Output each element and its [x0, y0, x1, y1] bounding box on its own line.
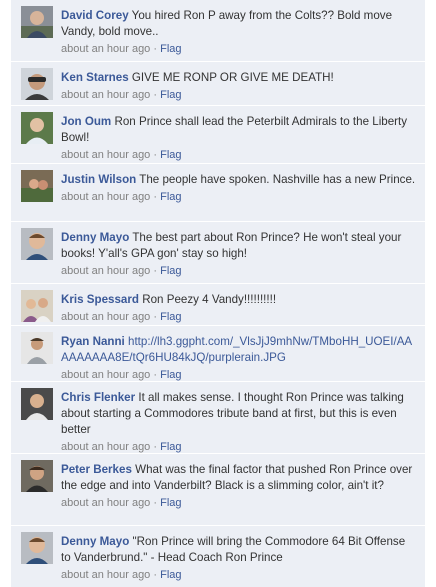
- meta-separator: ·: [153, 265, 158, 277]
- comment-author[interactable]: Peter Berkes: [61, 463, 132, 476]
- comment-timestamp: about an hour ago: [61, 569, 151, 581]
- comment-body: Justin Wilson The people have spoken. Na…: [61, 172, 417, 205]
- profile-photo-icon: [21, 112, 53, 144]
- comment-text: GIVE ME RONP OR GIVE ME DEATH!: [131, 71, 334, 84]
- comment-feed: David Corey You hired Ron P away from th…: [11, 0, 425, 587]
- comment-author[interactable]: Kris Spessard: [61, 293, 139, 306]
- comment-timestamp: about an hour ago: [61, 265, 151, 277]
- profile-photo-icon: [21, 290, 53, 322]
- meta-separator: ·: [153, 43, 158, 55]
- flag-link[interactable]: Flag: [160, 441, 181, 453]
- comment-meta: about an hour ago · Flag: [61, 309, 417, 325]
- comment-meta: about an hour ago · Flag: [61, 567, 417, 583]
- comment-timestamp: about an hour ago: [61, 43, 151, 55]
- comment-body: Denny Mayo "Ron Prince will bring the Co…: [61, 534, 417, 583]
- comment-author[interactable]: Denny Mayo: [61, 231, 129, 244]
- comment-body: Ken Starnes GIVE ME RONP OR GIVE ME DEAT…: [61, 70, 417, 103]
- comment-body: Peter Berkes What was the final factor t…: [61, 462, 417, 511]
- avatar[interactable]: [21, 460, 53, 492]
- comment-timestamp: about an hour ago: [61, 311, 151, 323]
- comment-author[interactable]: David Corey: [61, 9, 129, 22]
- comment-body: Ryan Nanni http://lh3.ggpht.com/_VlsJjJ9…: [61, 334, 417, 383]
- avatar[interactable]: [21, 388, 53, 420]
- comment-author[interactable]: Denny Mayo: [61, 535, 129, 548]
- comment-author[interactable]: Jon Oum: [61, 115, 111, 128]
- profile-photo-icon: [21, 532, 53, 564]
- meta-separator: ·: [153, 89, 158, 101]
- comment-body: Jon Oum Ron Prince shall lead the Peterb…: [61, 114, 417, 163]
- comment-item: Denny Mayo The best part about Ron Princ…: [11, 222, 425, 284]
- comment-author[interactable]: Justin Wilson: [61, 173, 136, 186]
- meta-separator: ·: [153, 569, 158, 581]
- comment-meta: about an hour ago · Flag: [61, 367, 417, 383]
- comment-meta: about an hour ago · Flag: [61, 189, 417, 205]
- comment-item: Ryan Nanni http://lh3.ggpht.com/_VlsJjJ9…: [11, 326, 425, 382]
- comment-meta: about an hour ago · Flag: [61, 41, 417, 57]
- avatar[interactable]: [21, 6, 53, 38]
- comment-timestamp: about an hour ago: [61, 89, 151, 101]
- avatar[interactable]: [21, 68, 53, 100]
- profile-photo-icon: [21, 388, 53, 420]
- comment-body: Chris Flenker It all makes sense. I thou…: [61, 390, 417, 455]
- comment-item: Kris Spessard Ron Peezy 4 Vandy!!!!!!!!!…: [11, 284, 425, 326]
- profile-photo-icon: [21, 228, 53, 260]
- avatar[interactable]: [21, 170, 53, 202]
- comment-meta: about an hour ago · Flag: [61, 495, 417, 511]
- comment-item: Chris Flenker It all makes sense. I thou…: [11, 382, 425, 454]
- comment-item: Denny Mayo "Ron Prince will bring the Co…: [11, 526, 425, 587]
- flag-link[interactable]: Flag: [160, 311, 181, 323]
- flag-link[interactable]: Flag: [160, 149, 181, 161]
- avatar[interactable]: [21, 332, 53, 364]
- flag-link[interactable]: Flag: [160, 569, 181, 581]
- comment-body: David Corey You hired Ron P away from th…: [61, 8, 417, 57]
- meta-separator: ·: [153, 497, 158, 509]
- profile-photo-icon: [21, 332, 53, 364]
- comment-item: David Corey You hired Ron P away from th…: [11, 0, 425, 62]
- comment-timestamp: about an hour ago: [61, 149, 151, 161]
- comment-meta: about an hour ago · Flag: [61, 87, 417, 103]
- comment-item: Peter Berkes What was the final factor t…: [11, 454, 425, 526]
- comment-meta: about an hour ago · Flag: [61, 439, 417, 455]
- profile-photo-icon: [21, 170, 53, 202]
- meta-separator: ·: [153, 191, 158, 203]
- profile-photo-icon: [21, 6, 53, 38]
- comment-body: Kris Spessard Ron Peezy 4 Vandy!!!!!!!!!…: [61, 292, 417, 325]
- avatar[interactable]: [21, 112, 53, 144]
- comment-meta: about an hour ago · Flag: [61, 147, 417, 163]
- comment-item: Ken Starnes GIVE ME RONP OR GIVE ME DEAT…: [11, 62, 425, 106]
- comment-author[interactable]: Chris Flenker: [61, 391, 135, 404]
- meta-separator: ·: [153, 149, 158, 161]
- flag-link[interactable]: Flag: [160, 43, 181, 55]
- flag-link[interactable]: Flag: [160, 191, 181, 203]
- comment-author[interactable]: Ryan Nanni: [61, 335, 125, 348]
- comment-timestamp: about an hour ago: [61, 497, 151, 509]
- meta-separator: ·: [153, 441, 158, 453]
- comment-text: Ron Prince shall lead the Peterbilt Admi…: [61, 115, 408, 144]
- flag-link[interactable]: Flag: [160, 497, 181, 509]
- comment-item: Jon Oum Ron Prince shall lead the Peterb…: [11, 106, 425, 164]
- comment-body: Denny Mayo The best part about Ron Princ…: [61, 230, 417, 279]
- avatar[interactable]: [21, 228, 53, 260]
- flag-link[interactable]: Flag: [160, 89, 181, 101]
- meta-separator: ·: [153, 311, 158, 323]
- profile-photo-icon: [21, 68, 53, 100]
- comment-meta: about an hour ago · Flag: [61, 263, 417, 279]
- meta-separator: ·: [153, 369, 158, 381]
- comment-item: Justin Wilson The people have spoken. Na…: [11, 164, 425, 222]
- profile-photo-icon: [21, 460, 53, 492]
- comment-author[interactable]: Ken Starnes: [61, 71, 129, 84]
- flag-link[interactable]: Flag: [160, 369, 181, 381]
- avatar[interactable]: [21, 290, 53, 322]
- flag-link[interactable]: Flag: [160, 265, 181, 277]
- comment-timestamp: about an hour ago: [61, 191, 151, 203]
- comment-text: The people have spoken. Nashville has a …: [139, 173, 416, 186]
- comment-text: Ron Peezy 4 Vandy!!!!!!!!!!: [142, 293, 277, 306]
- avatar[interactable]: [21, 532, 53, 564]
- comment-timestamp: about an hour ago: [61, 369, 151, 381]
- comment-timestamp: about an hour ago: [61, 441, 151, 453]
